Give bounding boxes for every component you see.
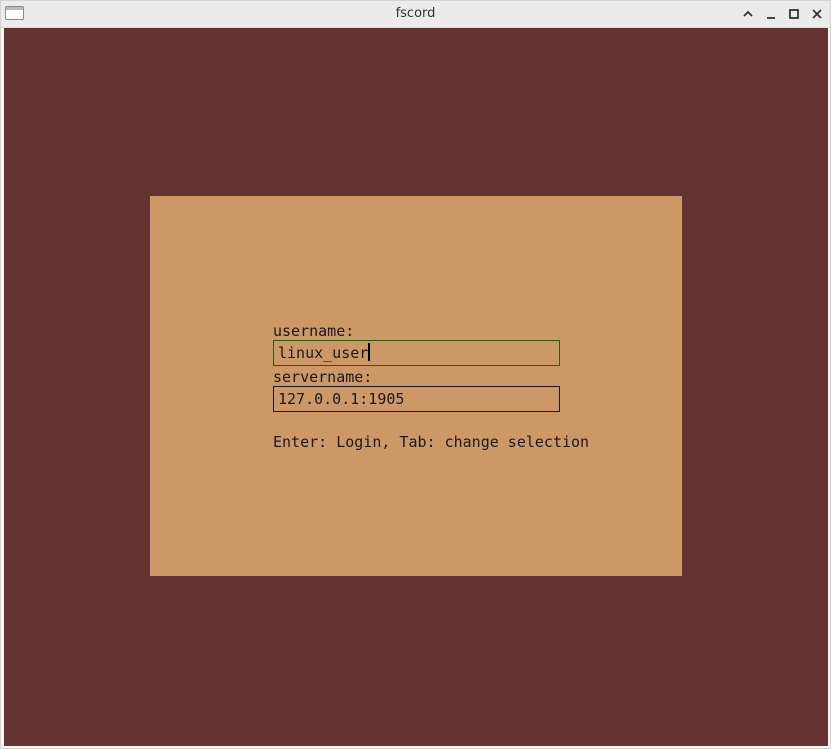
close-button[interactable]	[808, 5, 826, 23]
username-label: username:	[273, 322, 355, 340]
username-value-wrap: linux_user	[278, 343, 371, 363]
window-title: fscord	[395, 6, 436, 21]
title-bar[interactable]: fscord	[1, 1, 830, 28]
shade-icon	[743, 10, 753, 17]
text-cursor	[368, 343, 371, 361]
shade-button[interactable]	[739, 5, 757, 23]
minimize-icon	[767, 17, 775, 19]
maximize-icon	[789, 9, 799, 19]
maximize-button[interactable]	[785, 5, 803, 23]
username-value: linux_user	[278, 344, 369, 362]
keyboard-hint: Enter: Login, Tab: change selection	[273, 433, 590, 451]
app-window: fscord username: linux_user servername: …	[0, 0, 831, 749]
login-dialog: username: linux_user servername: 127.0.0…	[150, 196, 682, 576]
close-icon	[812, 9, 822, 19]
servername-value: 127.0.0.1:1905	[278, 390, 405, 408]
servername-label: servername:	[273, 368, 373, 386]
minimize-button[interactable]	[762, 5, 780, 23]
username-field[interactable]: linux_user	[273, 340, 560, 366]
terminal-client-area: username: linux_user servername: 127.0.0…	[4, 28, 828, 746]
servername-field[interactable]: 127.0.0.1:1905	[273, 386, 560, 412]
